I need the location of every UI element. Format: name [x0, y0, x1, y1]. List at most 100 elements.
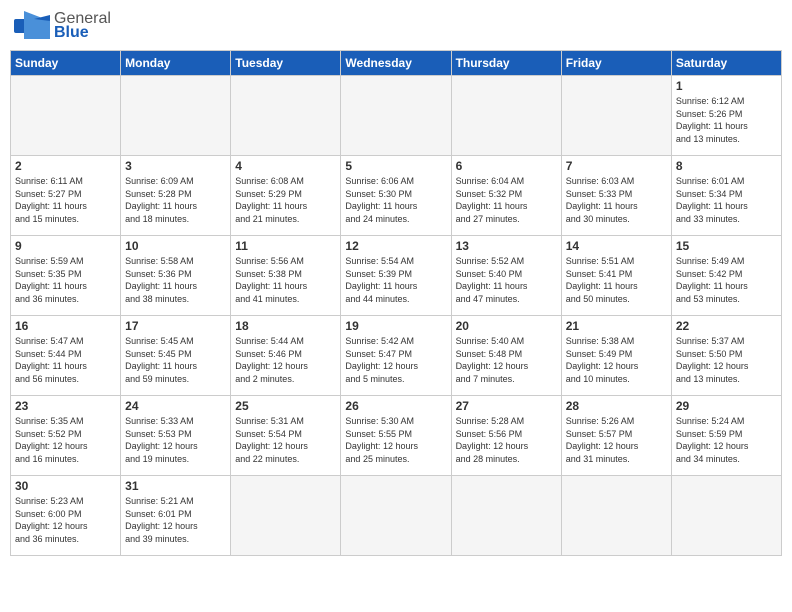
day-info: Sunrise: 5:35 AM Sunset: 5:52 PM Dayligh…	[15, 415, 116, 465]
calendar-cell	[451, 476, 561, 556]
day-number: 20	[456, 319, 557, 333]
day-info: Sunrise: 6:09 AM Sunset: 5:28 PM Dayligh…	[125, 175, 226, 225]
day-number: 17	[125, 319, 226, 333]
day-number: 16	[15, 319, 116, 333]
day-info: Sunrise: 5:42 AM Sunset: 5:47 PM Dayligh…	[345, 335, 446, 385]
calendar-week-4: 23 Sunrise: 5:35 AM Sunset: 5:52 PM Dayli…	[11, 396, 782, 476]
day-number: 7	[566, 159, 667, 173]
calendar-cell: 22 Sunrise: 5:37 AM Sunset: 5:50 PM Dayli…	[671, 316, 781, 396]
day-number: 25	[235, 399, 336, 413]
day-info: Sunrise: 5:59 AM Sunset: 5:35 PM Dayligh…	[15, 255, 116, 305]
day-info: Sunrise: 5:54 AM Sunset: 5:39 PM Dayligh…	[345, 255, 446, 305]
day-info: Sunrise: 6:03 AM Sunset: 5:33 PM Dayligh…	[566, 175, 667, 225]
calendar-cell: 4 Sunrise: 6:08 AM Sunset: 5:29 PM Daylig…	[231, 156, 341, 236]
day-number: 2	[15, 159, 116, 173]
day-info: Sunrise: 5:38 AM Sunset: 5:49 PM Dayligh…	[566, 335, 667, 385]
calendar-week-3: 16 Sunrise: 5:47 AM Sunset: 5:44 PM Dayli…	[11, 316, 782, 396]
day-number: 21	[566, 319, 667, 333]
day-header-thursday: Thursday	[451, 51, 561, 76]
day-number: 6	[456, 159, 557, 173]
calendar-cell: 17 Sunrise: 5:45 AM Sunset: 5:45 PM Dayli…	[121, 316, 231, 396]
day-number: 4	[235, 159, 336, 173]
calendar-cell	[561, 476, 671, 556]
calendar-cell: 13Sunrise: 5:52 AM Sunset: 5:40 PM Dayli…	[451, 236, 561, 316]
day-header-monday: Monday	[121, 51, 231, 76]
day-header-sunday: Sunday	[11, 51, 121, 76]
day-number: 19	[345, 319, 446, 333]
day-info: Sunrise: 5:58 AM Sunset: 5:36 PM Dayligh…	[125, 255, 226, 305]
day-header-wednesday: Wednesday	[341, 51, 451, 76]
calendar-cell	[231, 476, 341, 556]
calendar-cell: 21 Sunrise: 5:38 AM Sunset: 5:49 PM Dayli…	[561, 316, 671, 396]
day-number: 22	[676, 319, 777, 333]
calendar-cell	[451, 76, 561, 156]
day-info: Sunrise: 5:40 AM Sunset: 5:48 PM Dayligh…	[456, 335, 557, 385]
calendar-cell: 30Sunrise: 5:23 AM Sunset: 6:00 PM Dayli…	[11, 476, 121, 556]
calendar-cell: 5 Sunrise: 6:06 AM Sunset: 5:30 PM Daylig…	[341, 156, 451, 236]
logo: General Blue	[14, 10, 111, 42]
calendar-cell: 2 Sunrise: 6:11 AM Sunset: 5:27 PM Daylig…	[11, 156, 121, 236]
header-area: General Blue	[10, 10, 782, 42]
calendar-cell	[561, 76, 671, 156]
calendar-cell: 7 Sunrise: 6:03 AM Sunset: 5:33 PM Daylig…	[561, 156, 671, 236]
calendar-cell: 11 Sunrise: 5:56 AM Sunset: 5:38 PM Dayli…	[231, 236, 341, 316]
calendar-week-1: 2 Sunrise: 6:11 AM Sunset: 5:27 PM Daylig…	[11, 156, 782, 236]
calendar-cell: 20 Sunrise: 5:40 AM Sunset: 5:48 PM Dayli…	[451, 316, 561, 396]
calendar-table: SundayMondayTuesdayWednesdayThursdayFrid…	[10, 50, 782, 556]
day-info: Sunrise: 5:21 AM Sunset: 6:01 PM Dayligh…	[125, 495, 226, 545]
day-number: 24	[125, 399, 226, 413]
calendar-cell: 9Sunrise: 5:59 AM Sunset: 5:35 PM Daylig…	[11, 236, 121, 316]
day-info: Sunrise: 5:26 AM Sunset: 5:57 PM Dayligh…	[566, 415, 667, 465]
day-number: 5	[345, 159, 446, 173]
calendar-cell: 25Sunrise: 5:31 AM Sunset: 5:54 PM Dayli…	[231, 396, 341, 476]
day-info: Sunrise: 5:45 AM Sunset: 5:45 PM Dayligh…	[125, 335, 226, 385]
day-number: 29	[676, 399, 777, 413]
calendar-cell	[341, 476, 451, 556]
day-number: 12	[345, 239, 446, 253]
calendar-cell	[671, 476, 781, 556]
calendar-cell: 19 Sunrise: 5:42 AM Sunset: 5:47 PM Dayli…	[341, 316, 451, 396]
day-number: 8	[676, 159, 777, 173]
calendar-cell: 1Sunrise: 6:12 AM Sunset: 5:26 PM Daylig…	[671, 76, 781, 156]
day-number: 28	[566, 399, 667, 413]
day-info: Sunrise: 6:08 AM Sunset: 5:29 PM Dayligh…	[235, 175, 336, 225]
day-number: 10	[125, 239, 226, 253]
calendar-cell: 12 Sunrise: 5:54 AM Sunset: 5:39 PM Dayli…	[341, 236, 451, 316]
calendar-cell	[11, 76, 121, 156]
calendar-cell	[121, 76, 231, 156]
day-info: Sunrise: 6:04 AM Sunset: 5:32 PM Dayligh…	[456, 175, 557, 225]
day-info: Sunrise: 5:28 AM Sunset: 5:56 PM Dayligh…	[456, 415, 557, 465]
day-info: Sunrise: 5:47 AM Sunset: 5:44 PM Dayligh…	[15, 335, 116, 385]
logo-icon	[14, 11, 50, 41]
calendar-week-0: 1Sunrise: 6:12 AM Sunset: 5:26 PM Daylig…	[11, 76, 782, 156]
day-number: 27	[456, 399, 557, 413]
day-header-friday: Friday	[561, 51, 671, 76]
day-info: Sunrise: 5:37 AM Sunset: 5:50 PM Dayligh…	[676, 335, 777, 385]
calendar-cell: 8Sunrise: 6:01 AM Sunset: 5:34 PM Daylig…	[671, 156, 781, 236]
calendar-cell: 23 Sunrise: 5:35 AM Sunset: 5:52 PM Dayli…	[11, 396, 121, 476]
day-number: 31	[125, 479, 226, 493]
calendar-cell: 26 Sunrise: 5:30 AM Sunset: 5:55 PM Dayli…	[341, 396, 451, 476]
day-info: Sunrise: 5:24 AM Sunset: 5:59 PM Dayligh…	[676, 415, 777, 465]
calendar-cell: 28 Sunrise: 5:26 AM Sunset: 5:57 PM Dayli…	[561, 396, 671, 476]
day-info: Sunrise: 5:33 AM Sunset: 5:53 PM Dayligh…	[125, 415, 226, 465]
calendar-cell: 10 Sunrise: 5:58 AM Sunset: 5:36 PM Dayli…	[121, 236, 231, 316]
calendar-cell: 16 Sunrise: 5:47 AM Sunset: 5:44 PM Dayli…	[11, 316, 121, 396]
calendar-cell	[341, 76, 451, 156]
calendar-cell: 24 Sunrise: 5:33 AM Sunset: 5:53 PM Dayli…	[121, 396, 231, 476]
calendar-week-5: 30Sunrise: 5:23 AM Sunset: 6:00 PM Dayli…	[11, 476, 782, 556]
day-info: Sunrise: 6:11 AM Sunset: 5:27 PM Dayligh…	[15, 175, 116, 225]
day-number: 26	[345, 399, 446, 413]
calendar-cell: 29 Sunrise: 5:24 AM Sunset: 5:59 PM Dayli…	[671, 396, 781, 476]
day-header-saturday: Saturday	[671, 51, 781, 76]
day-info: Sunrise: 5:56 AM Sunset: 5:38 PM Dayligh…	[235, 255, 336, 305]
day-info: Sunrise: 6:06 AM Sunset: 5:30 PM Dayligh…	[345, 175, 446, 225]
calendar-cell: 18Sunrise: 5:44 AM Sunset: 5:46 PM Dayli…	[231, 316, 341, 396]
logo-text: General Blue	[54, 10, 111, 42]
day-number: 11	[235, 239, 336, 253]
day-number: 23	[15, 399, 116, 413]
day-info: Sunrise: 5:51 AM Sunset: 5:41 PM Dayligh…	[566, 255, 667, 305]
day-header-tuesday: Tuesday	[231, 51, 341, 76]
day-info: Sunrise: 5:30 AM Sunset: 5:55 PM Dayligh…	[345, 415, 446, 465]
day-info: Sunrise: 5:23 AM Sunset: 6:00 PM Dayligh…	[15, 495, 116, 545]
